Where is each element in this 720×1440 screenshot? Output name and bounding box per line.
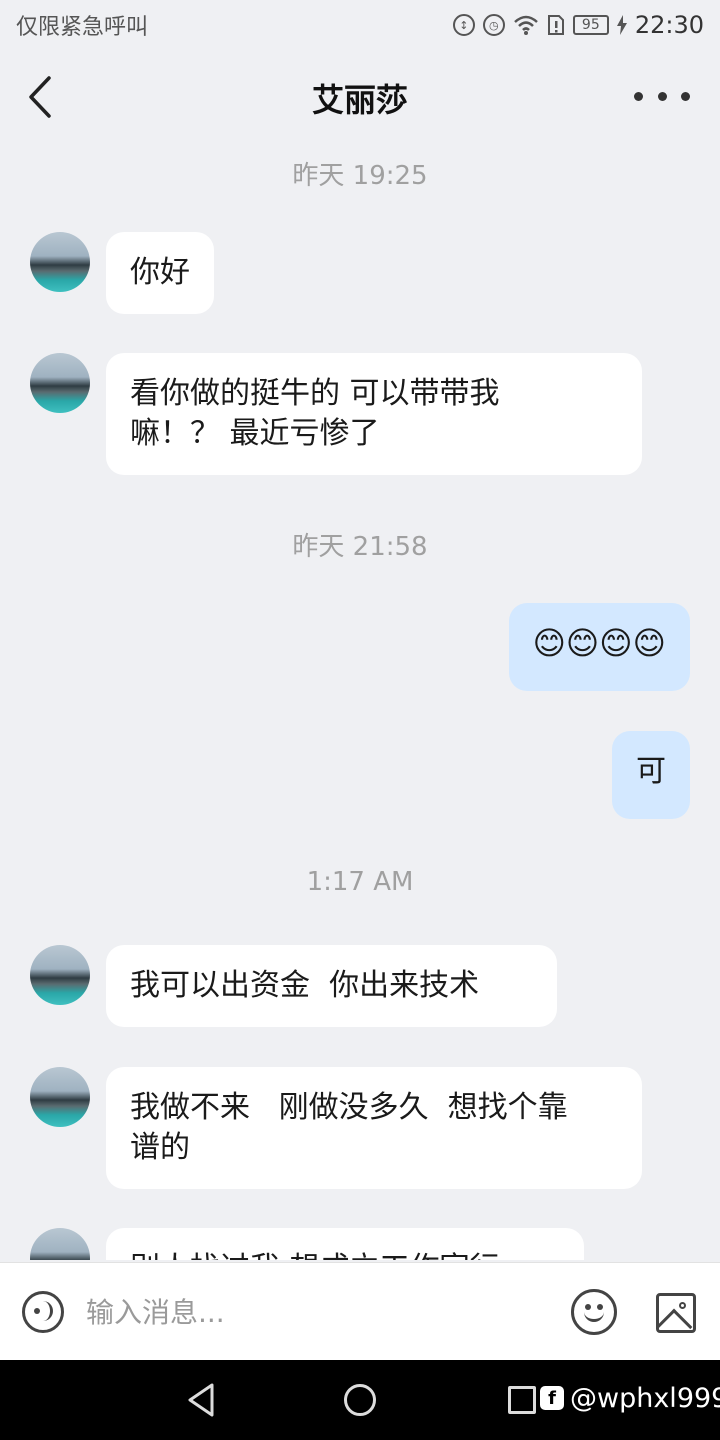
nav-back-icon[interactable] xyxy=(186,1382,216,1418)
wifi-icon xyxy=(513,15,538,35)
watermark-text: @wphxl999 xyxy=(570,1382,720,1414)
image-mountain xyxy=(659,1308,693,1330)
message-bubble-outgoing[interactable]: 😊😊😊😊 xyxy=(508,603,690,691)
nav-recent-icon[interactable] xyxy=(508,1386,536,1414)
nav-home-icon[interactable] xyxy=(344,1384,376,1416)
sim-alert-icon xyxy=(547,15,564,35)
system-nav-bar: f @wphxl999 xyxy=(0,1360,720,1440)
battery-icon: 95 xyxy=(572,15,609,35)
message-list[interactable]: 昨天 19:25 你好 看你做的挺牛的 可以带带我 嘛！？ 最近亏惨了 昨天 2… xyxy=(0,145,720,1260)
message-bubble-incoming[interactable]: 别人找过我 想成立工作室行 xyxy=(106,1228,584,1260)
back-button[interactable] xyxy=(18,72,62,122)
avatar[interactable] xyxy=(30,1228,90,1260)
emoji-mouth xyxy=(584,1310,604,1322)
watermark-logo-icon: f xyxy=(540,1386,564,1410)
message-bubble-incoming[interactable]: 我可以出资金 你出来技术 xyxy=(106,945,557,1027)
avatar[interactable] xyxy=(30,945,90,1005)
more-dot xyxy=(681,91,690,101)
chat-header: 艾丽莎 xyxy=(0,50,720,145)
charging-icon xyxy=(616,15,627,35)
message-input[interactable]: 输入消息... xyxy=(86,1293,536,1333)
message-bubble-incoming[interactable]: 你好 xyxy=(106,232,214,314)
avatar[interactable] xyxy=(30,353,90,413)
status-bar: 仅限紧急呼叫 ↕ ◷ 95 22:30 xyxy=(0,0,720,50)
avatar[interactable] xyxy=(30,232,90,292)
avatar[interactable] xyxy=(30,1067,90,1127)
more-dots-icon xyxy=(634,91,643,101)
watermark: f @wphxl999 xyxy=(540,1378,720,1418)
page-title: 艾丽莎 xyxy=(311,80,408,119)
status-icons: ↕ ◷ 95 22:30 xyxy=(452,11,704,39)
timestamp: 昨天 21:58 xyxy=(292,532,428,562)
more-button[interactable] xyxy=(634,80,690,112)
voice-icon[interactable] xyxy=(22,1291,64,1333)
timestamp: 昨天 19:25 xyxy=(292,161,428,191)
image-icon[interactable] xyxy=(656,1293,696,1333)
carrier-text: 仅限紧急呼叫 xyxy=(16,15,149,40)
chevron-left-icon xyxy=(29,76,51,118)
image-sun xyxy=(679,1302,686,1309)
more-dot xyxy=(657,91,667,101)
timestamp: 1:17 AM xyxy=(306,867,414,897)
message-bubble-incoming[interactable]: 我做不来 刚做没多久 想找个靠 谱的 xyxy=(106,1067,642,1189)
message-bubble-incoming[interactable]: 看你做的挺牛的 可以带带我 嘛！？ 最近亏惨了 xyxy=(106,353,642,475)
status-time: 22:30 xyxy=(634,11,704,39)
message-input-bar: 输入消息... xyxy=(0,1262,720,1360)
message-bubble-outgoing[interactable]: 可 xyxy=(612,731,690,819)
alarm-icon: ◷ xyxy=(482,14,505,36)
emoji-icon[interactable] xyxy=(571,1289,617,1335)
data-icon: ↕ xyxy=(452,14,475,36)
